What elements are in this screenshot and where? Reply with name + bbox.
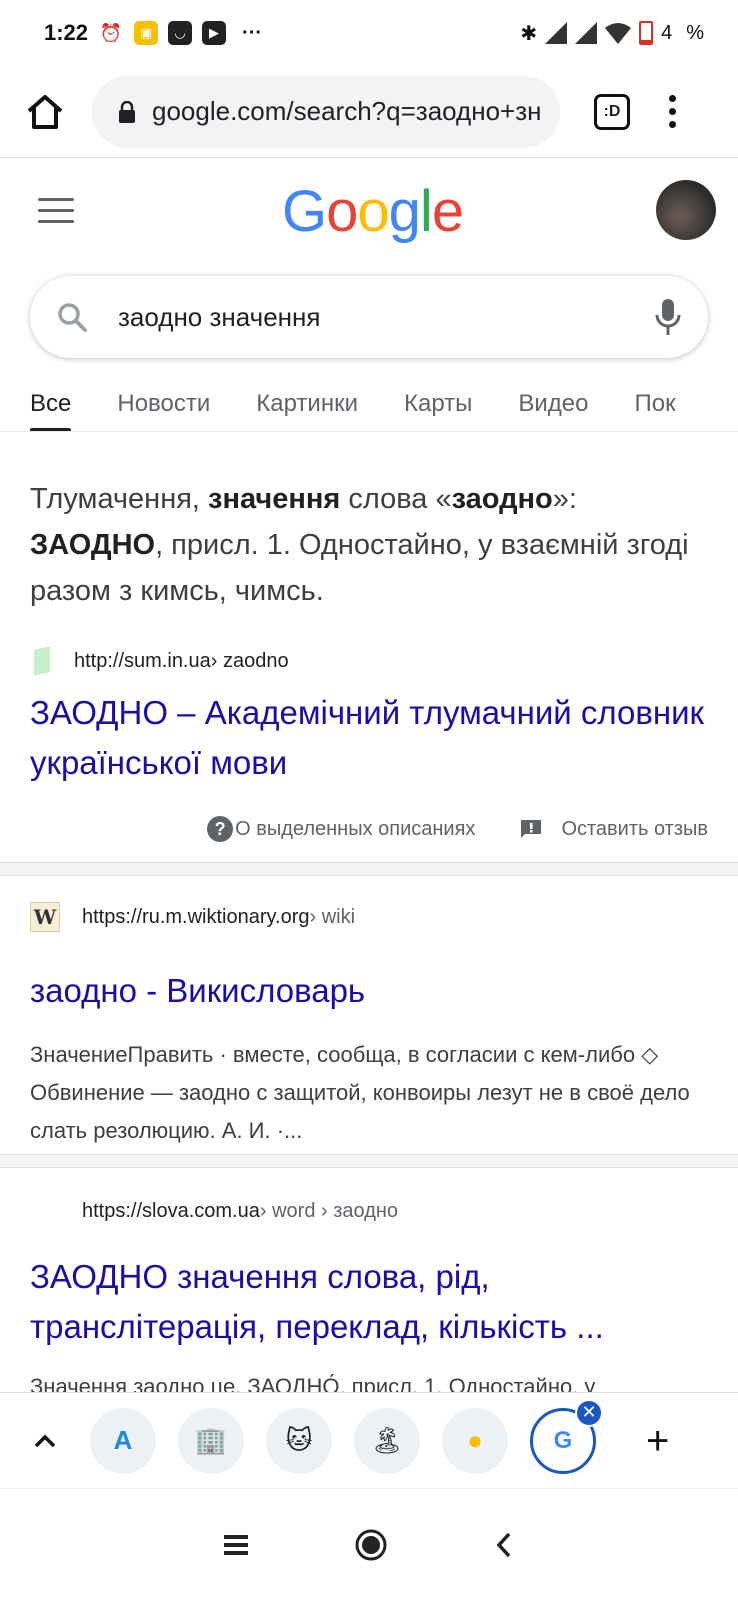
app-notification-icon: ▣ <box>134 21 159 45</box>
tab-more[interactable]: Пок <box>635 372 676 431</box>
tab-thumbnail-island[interactable]: 🏝 <box>354 1407 420 1474</box>
island-icon: 🏝 <box>370 1425 404 1455</box>
tab-switcher-button[interactable]: :D <box>594 93 630 130</box>
tab-maps[interactable]: Карты <box>404 372 472 431</box>
app-store-icon: A <box>113 1425 133 1455</box>
microphone-icon[interactable] <box>654 297 682 337</box>
result-path: › word › заодно <box>259 1199 399 1222</box>
result-domain: https://slova.com.ua <box>82 1199 260 1222</box>
tab-thumbnail-building[interactable]: 🏢 <box>178 1407 244 1474</box>
result-domain: https://ru.m.wiktionary.org <box>82 905 310 928</box>
tab-thumbnail-app-store[interactable]: A <box>90 1407 156 1474</box>
tab-thumbnail-google[interactable]: G ✕ <box>530 1398 603 1474</box>
alarm-icon: ⏰ <box>99 22 123 43</box>
more-notifications-icon: ··· <box>242 21 263 44</box>
address-bar[interactable]: google.com/search?q=заодно+значення <box>92 75 560 148</box>
result-source[interactable]: https://slova.com.ua › word › заодно <box>30 1194 720 1228</box>
result-snippet: ЗначениеПравить · вместе, сообща, в согл… <box>30 1042 690 1143</box>
wiktionary-favicon: W <box>30 902 60 932</box>
about-featured-snippets-link[interactable]: О выделенных описаниях <box>235 818 475 841</box>
source-path: › zaodno <box>210 649 289 672</box>
google-g-icon: G <box>553 1426 573 1454</box>
tab-videos[interactable]: Видео <box>518 372 588 431</box>
result-title[interactable]: заодно - Викисловарь <box>30 966 720 1016</box>
hamburger-menu-icon[interactable] <box>38 198 74 231</box>
battery-icon <box>639 21 654 45</box>
featured-result-title[interactable]: ЗАОДНО – Академічний тлумачний словник у… <box>30 688 710 788</box>
section-divider <box>0 1154 738 1168</box>
bluetooth-icon: ✱ <box>520 22 538 45</box>
cat-icon: 🐱 <box>285 1425 313 1455</box>
tab-news[interactable]: Новости <box>117 372 210 431</box>
lock-icon <box>119 100 135 123</box>
search-tabs: Все Новости Картинки Карты Видео Пок <box>0 372 738 432</box>
source-url: http://sum.in.ua <box>74 649 211 672</box>
battery-percent: % <box>686 21 704 44</box>
account-avatar[interactable] <box>656 180 716 240</box>
back-icon[interactable] <box>493 1530 515 1560</box>
result-title[interactable]: ЗАОДНО значення слова, рід, транслітерац… <box>30 1252 720 1352</box>
youtube-notification-icon: ▶ <box>202 21 227 45</box>
google-header: Google <box>0 158 738 270</box>
tab-all[interactable]: Все <box>30 372 72 431</box>
browser-menu-button[interactable] <box>666 95 678 128</box>
tab-group-strip: A 🏢 🐱 🏝 ● G ✕ + <box>0 1392 738 1488</box>
snippet-actions: ? О выделенных описаниях Оставить отзыв <box>207 816 708 842</box>
home-nav-icon[interactable] <box>354 1528 388 1562</box>
feedback-link[interactable]: Оставить отзыв <box>561 818 708 841</box>
feedback-icon[interactable] <box>519 818 543 840</box>
featured-source[interactable]: http://sum.in.ua › zaodno <box>34 646 289 676</box>
tab-thumbnail-yellow[interactable]: ● <box>442 1407 508 1474</box>
url-text: google.com/search?q=заодно+значення <box>152 96 540 126</box>
section-divider <box>0 862 738 876</box>
result-source[interactable]: W https://ru.m.wiktionary.org › wiki <box>30 900 720 934</box>
home-icon <box>27 94 63 129</box>
tab-thumbnail-cat[interactable]: 🐱 <box>266 1407 332 1474</box>
search-result: https://slova.com.ua › word › заодно ЗАО… <box>30 1194 720 1406</box>
recents-icon[interactable] <box>223 1534 249 1556</box>
signal-2-icon <box>575 22 598 44</box>
home-button[interactable] <box>20 87 70 137</box>
search-box[interactable]: заодно значення <box>30 276 708 358</box>
search-icon <box>58 303 87 332</box>
featured-snippet-text: Тлумачення, значення слова «заодно»: ЗАО… <box>30 483 689 607</box>
building-icon: 🏢 <box>194 1425 228 1455</box>
wifi-icon <box>605 23 632 44</box>
help-icon[interactable]: ? <box>207 816 234 842</box>
status-time: 1:22 <box>44 20 89 45</box>
chevron-up-icon[interactable] <box>30 1426 60 1456</box>
tab-images[interactable]: Картинки <box>256 372 358 431</box>
battery-level: 4 <box>661 21 673 44</box>
site-favicon <box>34 646 50 676</box>
shop-notification-icon: ◡ <box>168 21 193 45</box>
new-tab-button[interactable]: + <box>646 1421 669 1461</box>
result-path: › wiki <box>309 905 356 928</box>
search-input[interactable]: заодно значення <box>118 302 654 333</box>
google-logo[interactable]: Google <box>282 178 464 245</box>
search-result: W https://ru.m.wiktionary.org › wiki зао… <box>30 900 720 1150</box>
browser-toolbar: google.com/search?q=заодно+значення :D <box>0 66 738 158</box>
close-tab-icon[interactable]: ✕ <box>575 1398 603 1427</box>
signal-icon <box>545 22 568 44</box>
yellow-app-icon: ● <box>467 1425 483 1455</box>
system-navigation-bar <box>0 1488 738 1600</box>
status-bar: 1:22 ⏰ ▣ ◡ ▶ ··· ✱ 4 % <box>0 0 738 66</box>
